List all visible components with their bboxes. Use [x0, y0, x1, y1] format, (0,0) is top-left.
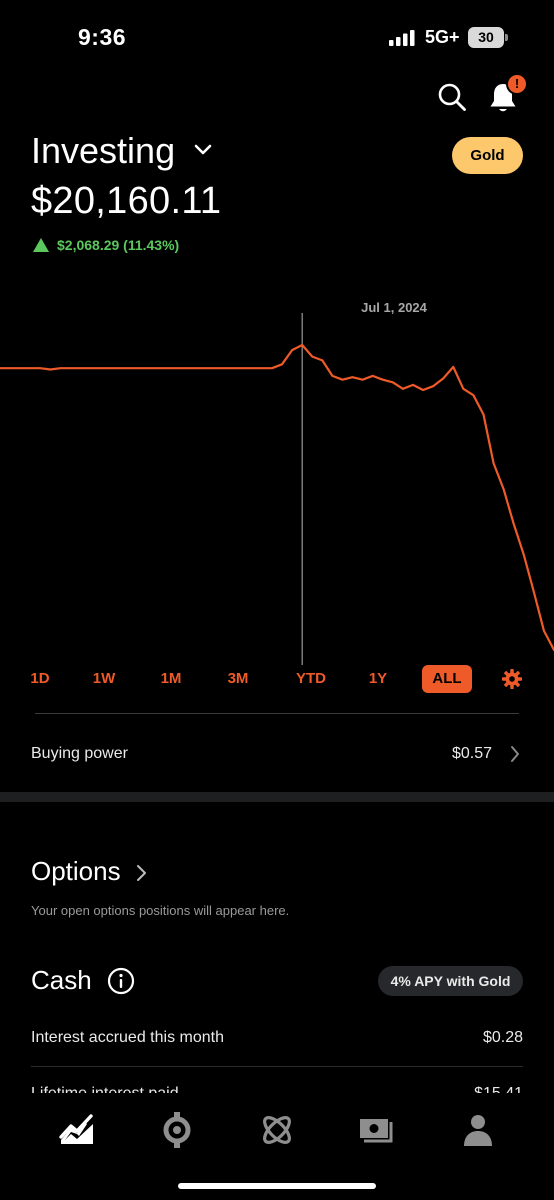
chevron-right-icon[interactable]	[136, 864, 147, 882]
divider	[35, 713, 519, 714]
cash-title: Cash	[31, 965, 92, 995]
buying-power-label: Buying power	[31, 745, 128, 762]
portfolio-change: $2,068.29 (11.43%)	[33, 236, 179, 254]
status-bar: 9:36 5G+ 30	[0, 0, 554, 70]
triangle-up-icon	[33, 238, 49, 252]
chart-series-line	[0, 343, 554, 652]
lifetime-interest-row-clipped: Lifetime interest paid $15.41	[0, 1080, 554, 1093]
buying-power-row[interactable]: Buying power $0.57	[0, 733, 554, 775]
lifetime-interest-value: $15.41	[474, 1085, 523, 1093]
interest-accrued-row: Interest accrued this month $0.28	[0, 1025, 554, 1055]
crypto-coin-icon	[163, 1112, 191, 1148]
range-3m-button[interactable]: 3M	[218, 665, 258, 693]
section-separator	[0, 792, 554, 802]
interest-accrued-value: $0.28	[482, 1029, 523, 1046]
crypto-tab[interactable]	[157, 1110, 197, 1150]
portfolio-chart[interactable]	[0, 295, 554, 670]
notification-badge: !	[506, 73, 528, 95]
gold-button[interactable]: Gold	[452, 137, 523, 174]
battery-icon: 30	[468, 27, 508, 48]
interest-accrued-label: Interest accrued this month	[31, 1029, 224, 1046]
home-indicator	[178, 1183, 376, 1189]
change-text: $2,068.29 (11.43%)	[57, 237, 180, 253]
range-1m-button[interactable]: 1M	[151, 665, 191, 693]
account-tab[interactable]	[458, 1110, 498, 1150]
network-label: 5G+	[425, 27, 460, 47]
buying-power-value: $0.57	[451, 745, 492, 762]
cellular-signal-icon	[389, 30, 415, 46]
info-icon[interactable]	[107, 967, 135, 995]
battery-level: 30	[478, 29, 494, 45]
cash-bills-icon	[360, 1119, 393, 1143]
divider	[31, 1066, 523, 1067]
options-title[interactable]: Options	[31, 856, 121, 887]
range-all-button[interactable]: ALL	[422, 665, 472, 693]
range-ytd-button[interactable]: YTD	[286, 665, 336, 693]
options-description: Your open options positions will appear …	[31, 903, 290, 918]
investing-chart-icon	[59, 1114, 93, 1144]
person-icon	[464, 1115, 492, 1146]
range-1y-button[interactable]: 1Y	[363, 665, 393, 693]
range-1d-button[interactable]: 1D	[20, 665, 60, 693]
notifications-button[interactable]: !	[488, 73, 528, 114]
chevron-right-icon	[511, 746, 519, 762]
range-selector: 1D 1W 1M 3M YTD 1Y ALL	[18, 665, 536, 695]
account-title[interactable]: Investing	[31, 130, 175, 172]
gear-icon[interactable]	[502, 669, 522, 689]
discover-tab[interactable]	[257, 1110, 297, 1150]
discover-atom-icon	[263, 1116, 291, 1144]
status-time: 9:36	[78, 24, 127, 50]
chevron-down-icon[interactable]	[193, 143, 213, 157]
range-1w-button[interactable]: 1W	[84, 665, 124, 693]
cash-tab[interactable]	[357, 1110, 397, 1150]
search-icon[interactable]	[437, 82, 467, 112]
apy-gold-badge[interactable]: 4% APY with Gold	[378, 966, 523, 996]
lifetime-interest-label: Lifetime interest paid	[31, 1085, 179, 1093]
portfolio-value: $20,160.11	[31, 180, 222, 222]
investing-tab[interactable]	[57, 1110, 97, 1150]
